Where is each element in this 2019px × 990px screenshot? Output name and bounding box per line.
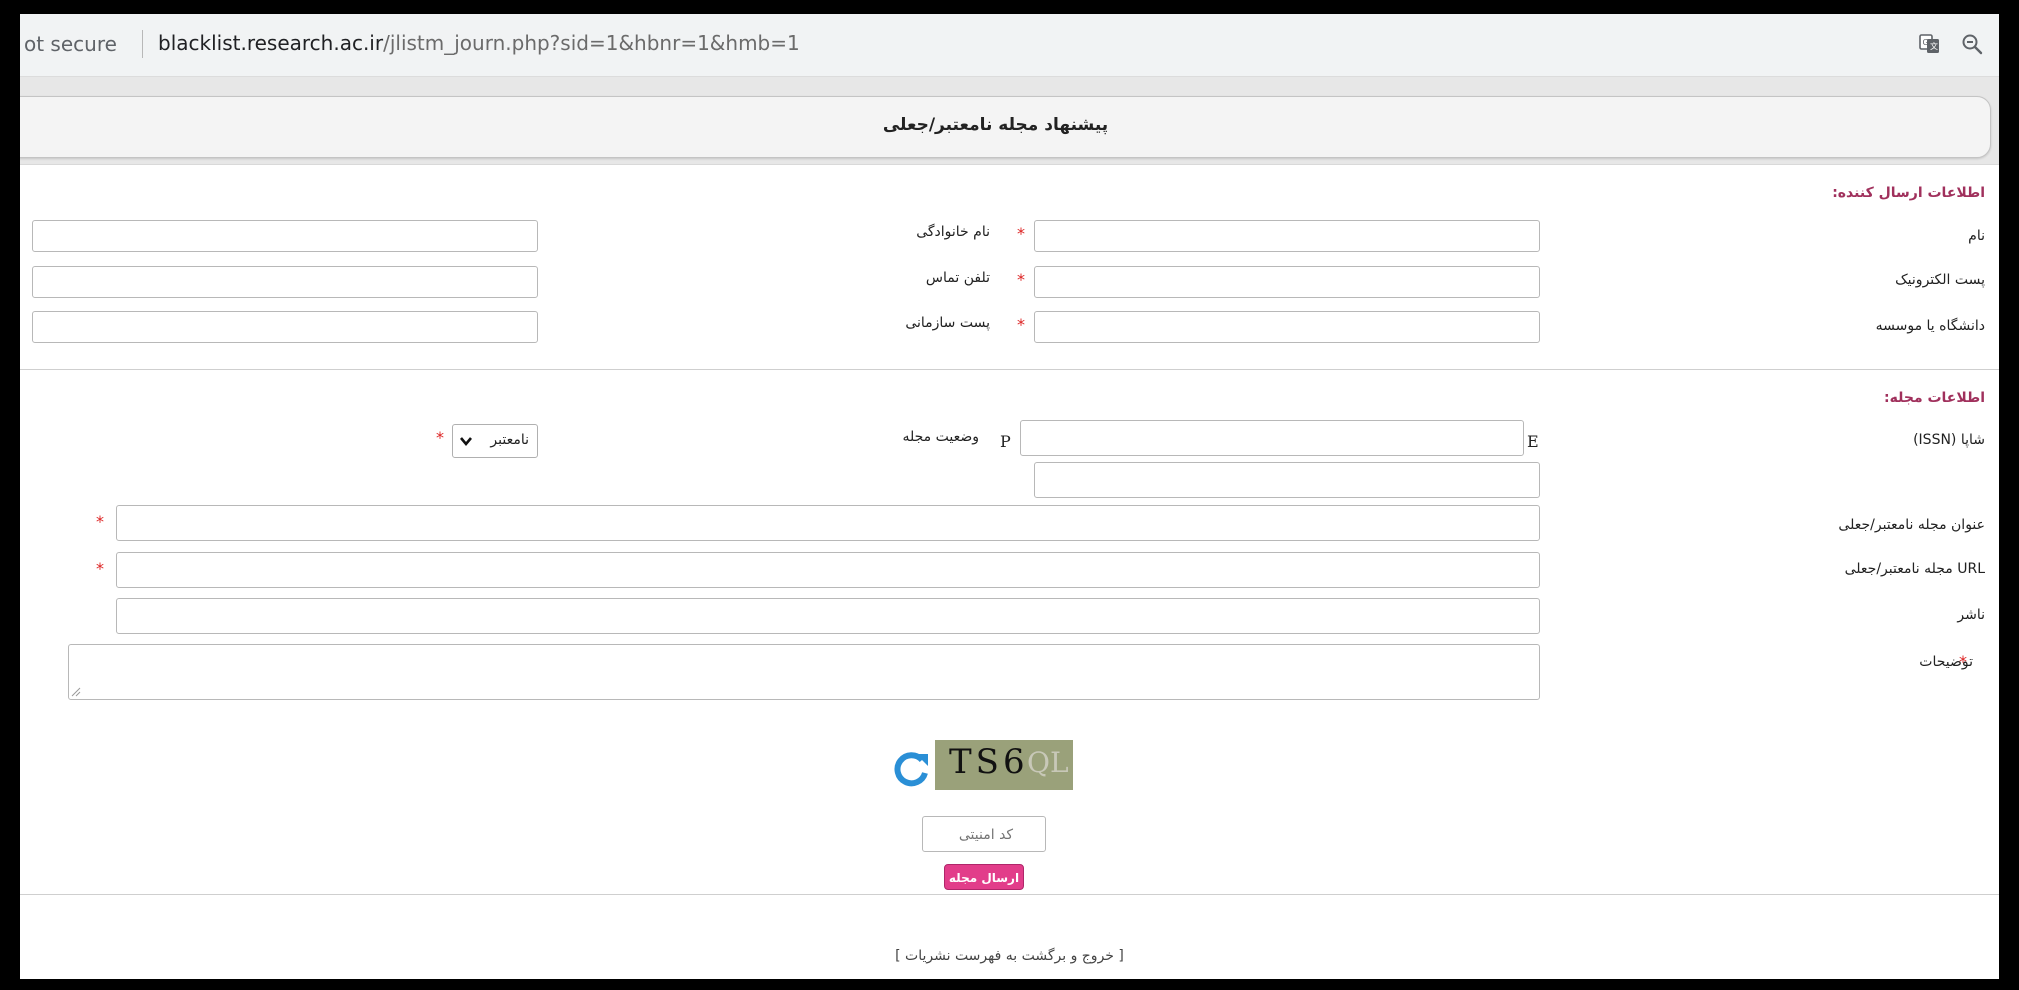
last-name-field[interactable] [32,220,538,252]
journal-url-field[interactable] [116,552,1540,588]
required-mark: * [96,559,104,578]
required-mark: * [1959,652,1967,671]
issn-p-label: P [1000,432,1011,451]
last-name-label: نام خانوادگی [916,224,990,240]
security-code-field[interactable] [923,817,1049,853]
publisher-field[interactable] [116,598,1540,634]
issn-print-field[interactable] [1020,420,1524,456]
address-separator [142,30,143,58]
issn-electronic-field[interactable] [1034,462,1540,498]
journal-title-label: عنوان مجله نامعتبر/جعلی [1838,517,1985,533]
required-mark: * [96,512,104,531]
translate-icon[interactable]: G 文 [1918,32,1942,56]
org-email-field[interactable] [32,311,538,343]
chevron-down-icon [460,437,472,447]
issn-e-label: E [1527,432,1539,451]
refresh-captcha-icon[interactable] [890,748,932,790]
page-title-box: پیشنهاد مجله نامعتبر/جعلی [20,96,1991,158]
university-field[interactable] [1034,311,1540,343]
zoom-icon[interactable] [1960,32,1984,56]
issn-label: شاپا (ISSN) [1913,432,1985,448]
svg-text:G: G [1923,38,1929,47]
required-mark: * [1017,270,1025,289]
screenshot-frame: ot secure blacklist.research.ac.ir/jlist… [0,0,2019,990]
captcha-text: TS6 [949,742,1029,782]
security-indicator[interactable]: ot secure [24,32,117,56]
url-path: /jlistm_journ.php?sid=1&hbnr=1&hmb=1 [383,31,800,55]
page-title: پیشنهاد مجله نامعتبر/جعلی [882,115,1109,135]
required-mark: * [436,428,444,447]
email-field[interactable] [1034,266,1540,298]
resize-handle-icon[interactable] [71,687,81,697]
journal-section-title: اطلاعات مجله: [1884,390,1985,406]
journal-status-label: وضعیت مجله [902,429,979,445]
footer-divider [20,894,1999,895]
journal-url-label: URL مجله نامعتبر/جعلی [1844,561,1985,577]
publisher-label: ناشر [1957,607,1985,623]
first-name-label: نام [1968,228,1985,244]
email-label: پست الکترونیک [1895,272,1985,288]
captcha-image: TS6 QL [935,740,1073,790]
url-domain: blacklist.research.ac.ir [158,31,384,55]
url-text[interactable]: blacklist.research.ac.ir/jlistm_journ.ph… [158,31,800,55]
svg-text:文: 文 [1930,41,1938,51]
section-divider [20,369,1999,370]
submit-journal-button[interactable]: ارسال مجله [944,864,1024,890]
captcha-input[interactable] [922,816,1049,853]
captcha-text-secondary: QL [1027,746,1069,779]
journal-status-select[interactable]: نامعتبر [452,424,538,458]
status-selected-value: نامعتبر [490,432,529,448]
description-textarea[interactable] [68,644,1540,700]
phone-label: تلفن تماس [925,270,990,286]
address-bar[interactable]: ot secure blacklist.research.ac.ir/jlist… [20,14,1999,77]
org-email-label: پست سازمانی [905,315,990,331]
phone-field[interactable] [32,266,538,298]
university-label: دانشگاه یا موسسه [1875,318,1985,334]
first-name-field[interactable] [1034,220,1540,252]
back-to-list-link[interactable]: [ خروج و برگشت به فهرست نشریات ] [20,948,1999,964]
journal-title-field[interactable] [116,505,1540,541]
sender-section-title: اطلاعات ارسال کننده: [1832,185,1985,201]
required-mark: * [1017,224,1025,243]
browser-window: ot secure blacklist.research.ac.ir/jlist… [20,14,1999,979]
required-mark: * [1017,315,1025,334]
